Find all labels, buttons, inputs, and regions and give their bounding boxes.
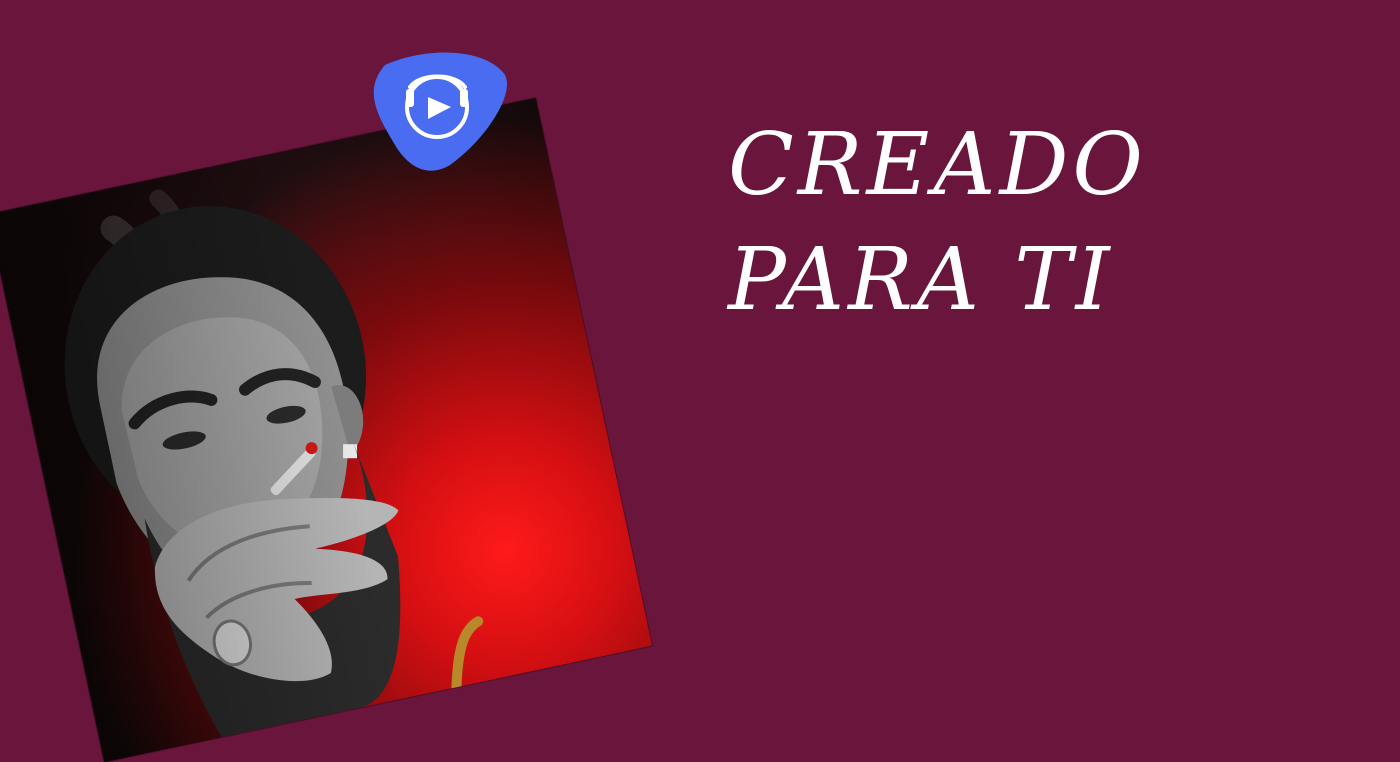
headline-line-2: PARA TI (728, 230, 1114, 330)
headline: CREADO PARA TI (728, 108, 1147, 338)
cover-shade (0, 97, 653, 762)
cover-artwork[interactable] (0, 97, 653, 762)
headline-line-1: CREADO (728, 115, 1147, 215)
music-play-logo-icon (373, 52, 507, 171)
